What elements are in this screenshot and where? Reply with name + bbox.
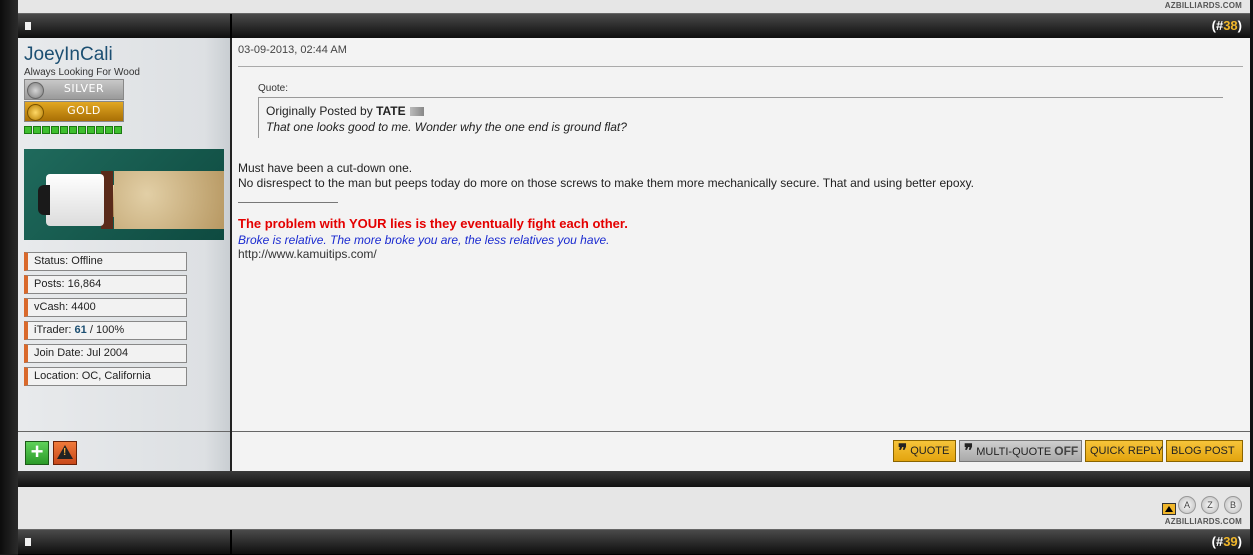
next-post-number-prefix: (# — [1211, 534, 1224, 549]
itrader-prefix: iTrader: — [34, 324, 75, 336]
header-divider — [230, 530, 232, 554]
user-pane-footer: + ! — [18, 431, 230, 472]
quote-button-label: QUOTE — [910, 445, 950, 457]
signature-link[interactable]: http://www.kamuitips.com/ — [238, 247, 377, 261]
reputation-bar — [24, 126, 122, 134]
stat-status: Status: Offline — [24, 252, 187, 271]
nav-letter-z-icon[interactable]: Z — [1201, 496, 1219, 514]
signature-line-1: The problem with YOUR lies is they event… — [238, 216, 628, 231]
quote-box: Originally Posted by TATE That one looks… — [258, 97, 1223, 138]
stat-itrader: iTrader: 61 / 100% — [24, 321, 187, 340]
multi-quote-icon: ❞ — [964, 441, 974, 461]
add-reputation-button[interactable]: + — [25, 441, 49, 465]
post-number: (#38) — [1212, 18, 1242, 33]
signature-divider — [238, 202, 338, 203]
view-post-icon[interactable] — [409, 107, 424, 117]
user-avatar[interactable] — [24, 149, 224, 240]
stat-location: Location: OC, California — [24, 367, 187, 386]
username-link[interactable]: JoeyInCali — [24, 44, 113, 66]
scroll-top-button[interactable] — [1162, 503, 1176, 515]
reputation-pip-icon — [60, 126, 68, 134]
quote-text: That one looks good to me. Wonder why th… — [266, 120, 627, 134]
multi-quote-label: MULTI-QUOTE — [976, 446, 1052, 458]
quote-attribution: Originally Posted by TATE — [266, 104, 424, 118]
reputation-pip-icon — [33, 126, 41, 134]
reputation-pip-icon — [114, 126, 122, 134]
reputation-pip-icon — [42, 126, 50, 134]
header-divider — [230, 14, 232, 38]
post-date: 03-09-2013, 02:44 AM — [238, 44, 347, 56]
reputation-pip-icon — [24, 126, 32, 134]
brand-watermark: AZBILLIARDS.COM — [1164, 1, 1242, 10]
signature-line-2: Broke is relative. The more broke you ar… — [238, 233, 610, 247]
post-header-bar: (#38) — [18, 13, 1250, 39]
quote-button[interactable]: ❞ QUOTE — [893, 440, 956, 462]
reputation-pip-icon — [78, 126, 86, 134]
reputation-pip-icon — [69, 126, 77, 134]
avatar-cue-tip — [38, 185, 50, 215]
report-post-button[interactable]: ! — [53, 441, 77, 465]
post-footer-controls: ❞ QUOTE ❞ MULTI-QUOTE OFF QUICK REPLY BL… — [232, 431, 1250, 472]
content-divider — [238, 66, 1243, 67]
rank-gold-badge: GOLD — [24, 101, 124, 122]
quick-reply-button[interactable]: QUICK REPLY — [1085, 440, 1163, 462]
reputation-pip-icon — [87, 126, 95, 134]
next-post-number: (#39) — [1212, 534, 1242, 549]
up-arrow-icon — [1165, 506, 1173, 512]
user-title: Always Looking For Wood — [24, 67, 140, 78]
stat-join-date: Join Date: Jul 2004 — [24, 344, 187, 363]
post-gap-strip: A Z B AZBILLIARDS.COM — [18, 487, 1250, 529]
avatar-cue-ferrule — [46, 174, 104, 226]
quote-author: TATE — [376, 104, 406, 118]
post-number-link[interactable]: 38 — [1223, 18, 1237, 33]
reputation-pip-icon — [96, 126, 104, 134]
message-line-1: Must have been a cut-down one. — [238, 161, 413, 175]
multi-quote-button[interactable]: ❞ MULTI-QUOTE OFF — [959, 440, 1082, 462]
post-doc-icon — [25, 538, 31, 546]
post-content: 03-09-2013, 02:44 AM Quote: Originally P… — [232, 38, 1250, 471]
next-post-number-suffix: ) — [1237, 534, 1242, 549]
nav-letter-b-icon[interactable]: B — [1224, 496, 1242, 514]
post-body: JoeyInCali Always Looking For Wood SILVE… — [18, 38, 1250, 471]
post-number-suffix: ) — [1237, 18, 1242, 33]
multi-quote-state: OFF — [1054, 444, 1079, 458]
brand-watermark: AZBILLIARDS.COM — [1164, 517, 1242, 526]
nav-letter-a-icon[interactable]: A — [1178, 496, 1196, 514]
silver-coin-icon — [27, 82, 44, 99]
blog-post-button[interactable]: BLOG POST — [1166, 440, 1243, 462]
rank-label: GOLD — [67, 104, 101, 117]
rank-label: SILVER — [63, 82, 105, 95]
post-number-prefix: (# — [1211, 18, 1224, 33]
post-separator — [18, 471, 1250, 487]
stat-vcash: vCash: 4400 — [24, 298, 187, 317]
rank-silver-badge: SILVER — [24, 79, 124, 100]
quote-label: Quote: — [258, 83, 289, 94]
next-post-number-link[interactable]: 39 — [1223, 534, 1237, 549]
next-post-header-bar: (#39) — [18, 529, 1250, 555]
page-left-edge — [0, 0, 18, 554]
message-line-2: No disrespect to the man but peeps today… — [238, 176, 974, 190]
post-doc-icon — [25, 22, 31, 30]
gold-coin-icon — [27, 104, 44, 121]
stat-posts: Posts: 16,864 — [24, 275, 187, 294]
itrader-score-link[interactable]: 61 — [75, 324, 87, 336]
itrader-suffix: / 100% — [86, 324, 125, 336]
quote-originally-posted: Originally Posted by — [266, 104, 377, 118]
reputation-pip-icon — [51, 126, 59, 134]
top-strip: AZBILLIARDS.COM — [18, 0, 1250, 13]
avatar-cue-burl — [114, 171, 224, 229]
user-info-pane: JoeyInCali Always Looking For Wood SILVE… — [18, 38, 232, 471]
reputation-pip-icon — [105, 126, 113, 134]
warning-mark: ! — [63, 447, 67, 458]
quote-marks-icon: ❞ — [898, 441, 908, 461]
